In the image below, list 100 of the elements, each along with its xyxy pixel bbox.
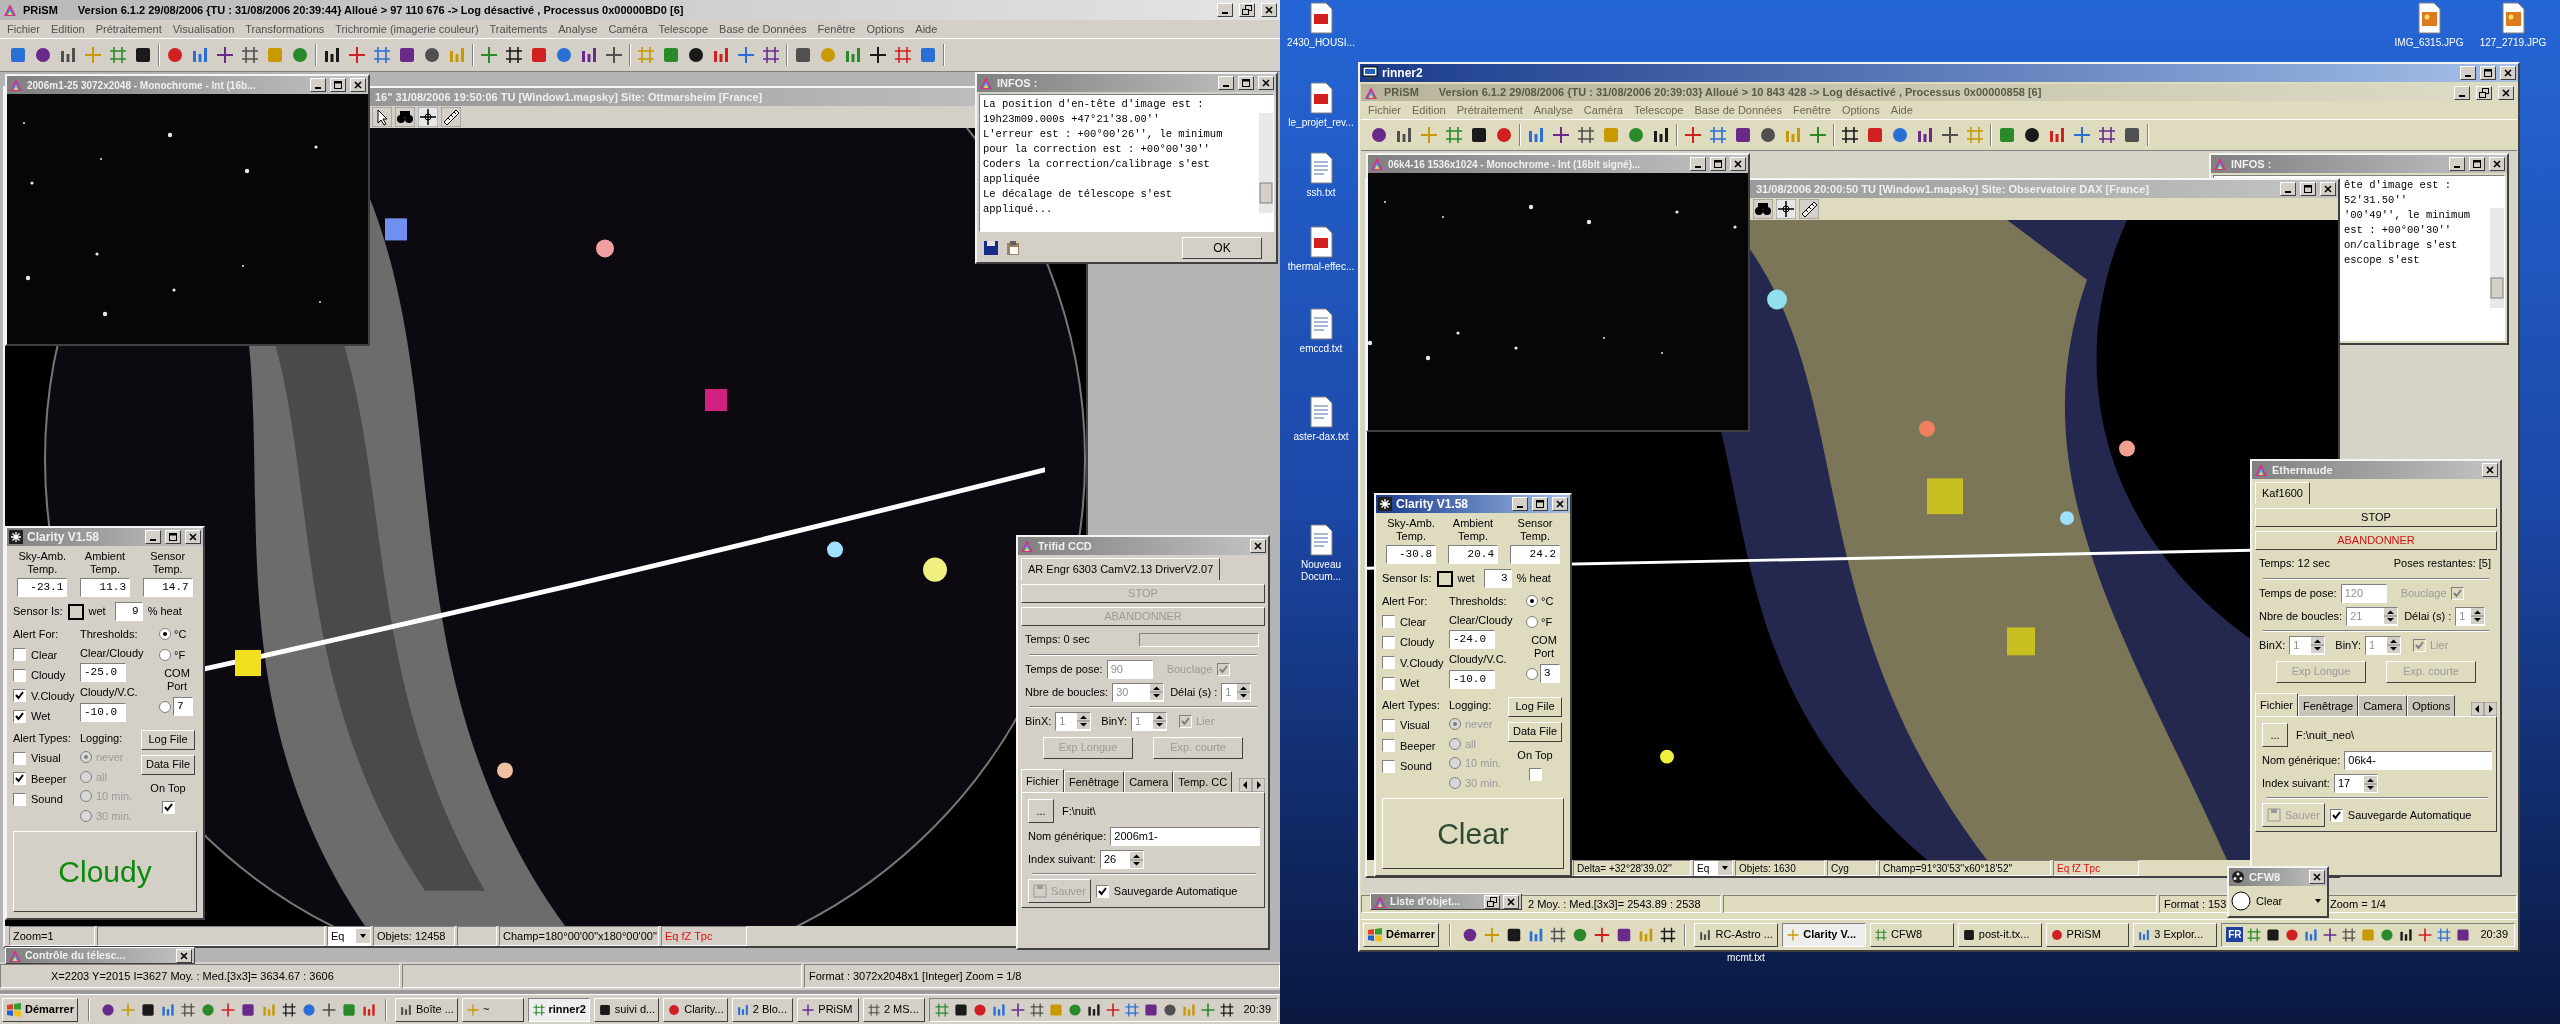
input-field[interactable]: 9	[114, 602, 143, 621]
tab[interactable]: Fichier	[1021, 768, 1064, 792]
log-file-button[interactable]: Log File	[1508, 696, 1562, 717]
ok-button[interactable]: OK	[1182, 237, 1262, 259]
menu-item[interactable]: Analyse	[1528, 101, 1578, 119]
menu-item[interactable]: Prétraitement	[90, 20, 167, 38]
log-line: '00'49'', le minimum	[2344, 208, 2472, 223]
menu-item[interactable]: Caméra	[1578, 101, 1628, 119]
task-button[interactable]: 2 MS...	[862, 997, 925, 1022]
device-tab[interactable]: Kaf1600	[2255, 482, 2310, 504]
task-button[interactable]: post-it.tx...	[1957, 922, 2042, 947]
browse-button[interactable]: ...	[1028, 799, 1054, 823]
input-field[interactable]: -24.0	[1449, 630, 1495, 649]
menu-item[interactable]: Fichier	[2, 20, 45, 38]
menu-item[interactable]: Visualisation	[167, 20, 240, 38]
tab[interactable]: Fenêtrage	[1064, 770, 1125, 792]
checkbox-label: Clear	[1400, 614, 1427, 630]
icon-label[interactable]: ssh.txt	[1306, 187, 1336, 199]
tab[interactable]: Fichier	[2255, 692, 2298, 716]
tab[interactable]: Camera	[1124, 770, 1174, 792]
task-button[interactable]: ~	[461, 997, 524, 1022]
menu-item[interactable]: Aide	[1885, 101, 1918, 119]
spin-field[interactable]: 26	[1099, 850, 1144, 869]
icon-label[interactable]: 2430_HOUSI...	[1287, 37, 1355, 49]
menu-item[interactable]: Edition	[46, 20, 90, 38]
task-button[interactable]: PRiSM	[2045, 922, 2130, 947]
icon-label[interactable]: Nouveau Docum...	[1282, 559, 1360, 583]
device-tab[interactable]: AR Engr 6303 CamV2.13 DriverV2.07	[1021, 558, 1221, 580]
task-button[interactable]: PRiSM	[797, 997, 859, 1022]
task-button[interactable]: 3 Explor...	[2133, 922, 2218, 947]
tab[interactable]: Fenêtrage	[2298, 694, 2359, 716]
menu-item[interactable]: Base de Données	[714, 20, 812, 38]
menu-item[interactable]: Fichier	[1363, 101, 1406, 119]
stop-button[interactable]: STOP	[2255, 507, 2497, 527]
task-button[interactable]: RC-Astro ...	[1694, 922, 1779, 947]
menu-item[interactable]: Telescope	[1628, 101, 1689, 119]
input-field[interactable]: 20.4	[1448, 545, 1498, 564]
input-field[interactable]: 14.7	[142, 578, 193, 597]
input-field[interactable]: 3	[1483, 569, 1512, 588]
menu-item[interactable]: Fenêtre	[812, 20, 861, 38]
task-button[interactable]: CFW8	[1870, 922, 1954, 947]
start-button[interactable]: Démarrer	[1363, 922, 1439, 947]
icon-label[interactable]: thermal-effec...	[1287, 261, 1355, 273]
menu-item[interactable]: Options	[1836, 101, 1885, 119]
input-field[interactable]: 11.3	[80, 578, 130, 597]
field-label: Nbre de boucles:	[1025, 684, 1109, 700]
task-button[interactable]: Clarity V...	[1782, 922, 1866, 947]
menu-item[interactable]: Trichromie (imagerie couleur)	[330, 20, 484, 38]
task-button[interactable]: suivi d...	[593, 997, 660, 1022]
menu-item[interactable]: Options	[861, 20, 910, 38]
task-button[interactable]: rinner2	[527, 997, 590, 1022]
input-field[interactable]: -30.8	[1386, 545, 1436, 564]
tab[interactable]: Camera	[2358, 694, 2408, 716]
task-button[interactable]: 2 Blo...	[731, 997, 794, 1022]
data-file-button[interactable]: Data File	[141, 754, 195, 775]
icon-label[interactable]: 127_2719.JPG	[2479, 37, 2547, 49]
input-field[interactable]: -10.0	[1449, 669, 1495, 689]
start-button[interactable]: Démarrer	[2, 997, 78, 1022]
menu-item[interactable]: Aide	[910, 20, 943, 38]
input-field[interactable]: 3	[1540, 664, 1560, 683]
input-field[interactable]: -23.1	[17, 578, 68, 597]
input-field[interactable]: 06k4-	[2344, 751, 2492, 770]
menu-item[interactable]: Edition	[1407, 101, 1451, 119]
menu-item[interactable]: Base de Données	[1689, 101, 1787, 119]
menu-item[interactable]: Fenêtre	[1787, 101, 1836, 119]
status-cell: Cyg	[1827, 860, 1877, 876]
menu-item[interactable]: Analyse	[553, 20, 603, 38]
dropdown[interactable]: Eq	[1693, 860, 1733, 876]
sensor-label: Sensor Is:	[1382, 571, 1432, 587]
menu-item[interactable]: Traitements	[484, 20, 553, 38]
dropdown[interactable]: Eq	[327, 926, 371, 946]
input-field[interactable]: 2006m1-	[1110, 827, 1260, 846]
log-file-button[interactable]: Log File	[141, 729, 195, 750]
temperature-label: Sensor Temp.	[1516, 517, 1554, 543]
icon-label[interactable]: mcmt.txt	[1727, 952, 1765, 964]
icon-label[interactable]: emccd.txt	[1299, 343, 1343, 355]
menu-item[interactable]: Telescope	[653, 20, 714, 38]
task-button[interactable]: Boîte ...	[395, 997, 458, 1022]
tab[interactable]: Options	[2407, 694, 2456, 716]
task-button[interactable]: Clarity...	[663, 997, 728, 1022]
checkbox-label: Beeper	[1400, 738, 1436, 754]
status-cell: Delta= +32°28'39.02''	[1573, 860, 1691, 876]
browse-button[interactable]: ...	[2262, 723, 2288, 747]
menu-item[interactable]: Transformations	[240, 20, 330, 38]
menu-item[interactable]: Prétraitement	[1451, 101, 1528, 119]
input-field[interactable]: -25.0	[80, 663, 126, 682]
input-field[interactable]: 7	[173, 697, 193, 716]
menu-item[interactable]: Caméra	[603, 20, 653, 38]
data-file-button[interactable]: Data File	[1508, 721, 1562, 742]
icon-label[interactable]: le_projet_rev...	[1288, 117, 1354, 129]
tab[interactable]: Temp. CC	[1173, 770, 1233, 792]
abort-button[interactable]: ABANDONNER	[2255, 530, 2497, 550]
icon-label[interactable]: IMG_6315.JPG	[2394, 37, 2464, 49]
input-field[interactable]: -10.0	[80, 702, 126, 722]
window-title: Clarity V1.58	[1396, 496, 1469, 513]
field-label: Délai (s) :	[1170, 684, 1218, 700]
spin-field[interactable]: 17	[2333, 774, 2378, 793]
icon-label[interactable]: aster-dax.txt	[1293, 431, 1349, 443]
input-field[interactable]: 24.2	[1510, 545, 1560, 564]
language-indicator[interactable]: FR	[2226, 927, 2244, 942]
